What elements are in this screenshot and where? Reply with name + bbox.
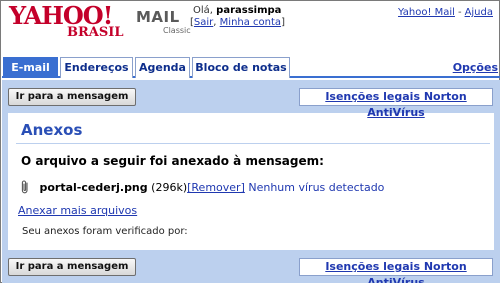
help-link[interactable]: Ajuda	[465, 7, 493, 18]
tab-calendar[interactable]: Agenda	[135, 57, 190, 78]
goto-message-button-top[interactable]: Ir para a mensagem	[8, 88, 136, 106]
greeting-prefix: Olá,	[193, 5, 213, 16]
bracket-close: ]	[281, 17, 285, 28]
attach-more-link[interactable]: Anexar mais arquivos	[18, 204, 137, 217]
logo-brasil-text: BRASIL	[67, 25, 124, 40]
attachments-panel: Ir para a mensagem Isenções legais Norto…	[2, 80, 500, 283]
top-action-bar: Ir para a mensagem Isenções legais Norto…	[2, 80, 500, 119]
product-name: MAIL	[136, 8, 180, 26]
title-divider	[16, 143, 490, 144]
yahoo-brasil-logo[interactable]: YAHOO! BRASIL	[9, 3, 131, 45]
tab-email[interactable]: E-mail	[3, 57, 58, 78]
greeting: Olá, parassimpa	[193, 5, 281, 16]
bottom-action-bar: Ir para a mensagem Isenções legais Norto…	[2, 250, 500, 283]
mail-window: YAHOO! BRASIL MAIL Classic Olá, parassim…	[0, 0, 500, 283]
my-account-link[interactable]: Minha conta	[220, 17, 281, 28]
norton-box-bottom: Isenções legais Norton AntiVírus	[299, 258, 493, 283]
username: parassimpa	[216, 5, 282, 16]
sign-out-link[interactable]: Sair	[194, 17, 213, 28]
page-title: Anexos	[21, 121, 83, 139]
options-link[interactable]: Opções	[453, 61, 498, 74]
tab-bar: E-mail Endereços Agenda Bloco de notas O…	[2, 57, 500, 78]
scanned-by-text: Seu anexos foram verificado por:	[22, 226, 188, 237]
attachment-row: portal-cederj.png (296k)[Remover] Nenhum…	[20, 180, 384, 194]
tab-notepad[interactable]: Bloco de notas	[192, 57, 290, 78]
virus-status: Nenhum vírus detectado	[248, 181, 385, 194]
goto-message-button-bottom[interactable]: Ir para a mensagem	[8, 258, 136, 276]
attachment-size: (296k)	[151, 181, 188, 194]
attachment-filename: portal-cederj.png	[39, 181, 148, 194]
attachments-content: Anexos O arquivo a seguir foi anexado à …	[2, 113, 500, 250]
account-links: [Sair, Minha conta]	[190, 17, 285, 28]
link-separator: ,	[213, 17, 217, 28]
yahoo-mail-link[interactable]: Yahoo! Mail	[398, 7, 455, 18]
norton-disclaimer-link-bottom[interactable]: Isenções legais Norton AntiVírus	[325, 260, 466, 283]
product-edition: Classic	[163, 26, 191, 35]
paperclip-icon	[20, 180, 30, 194]
tab-addresses[interactable]: Endereços	[60, 57, 133, 78]
remove-attachment-link[interactable]: [Remover]	[187, 181, 245, 194]
top-links: Yahoo! Mail - Ajuda	[398, 7, 493, 18]
norton-box-top: Isenções legais Norton AntiVírus	[299, 88, 493, 119]
top-links-separator: -	[457, 7, 462, 18]
attachment-intro: O arquivo a seguir foi anexado à mensage…	[21, 154, 324, 168]
